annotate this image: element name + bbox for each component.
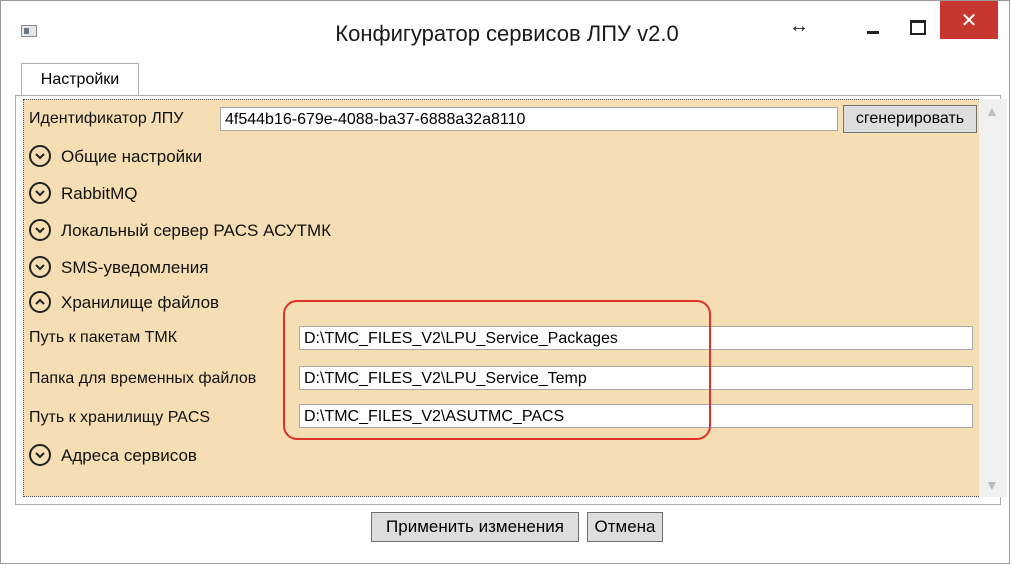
section-general-expander[interactable] bbox=[29, 145, 51, 167]
resize-icon[interactable]: ↔ bbox=[789, 15, 809, 38]
section-sms-label[interactable]: SMS-уведомления bbox=[61, 258, 208, 278]
chevron-down-icon bbox=[35, 153, 45, 160]
temp-folder-label: Папка для временных файлов bbox=[29, 370, 257, 387]
pacs-path-label: Путь к хранилищу PACS bbox=[29, 409, 211, 426]
section-rabbitmq-expander[interactable] bbox=[29, 182, 51, 204]
tab-settings[interactable]: Настройки bbox=[21, 63, 139, 95]
chevron-down-icon bbox=[35, 227, 45, 234]
scroll-down-icon[interactable]: ▼ bbox=[985, 477, 999, 493]
close-icon: ✕ bbox=[960, 10, 978, 32]
generate-button[interactable]: сгенерировать bbox=[843, 105, 977, 133]
vertical-scrollbar[interactable]: ▲ ▼ bbox=[979, 99, 1007, 497]
section-storage-label[interactable]: Хранилище файлов bbox=[61, 293, 219, 313]
chevron-down-icon bbox=[35, 452, 45, 459]
close-button[interactable]: ✕ bbox=[940, 1, 998, 39]
chevron-up-icon bbox=[35, 298, 45, 305]
cancel-button[interactable]: Отмена bbox=[587, 512, 663, 542]
apply-changes-button[interactable]: Применить изменения bbox=[371, 512, 579, 542]
minimize-button[interactable] bbox=[859, 13, 887, 41]
section-rabbitmq-label[interactable]: RabbitMQ bbox=[61, 184, 138, 204]
title-bar: Конфигуратор сервисов ЛПУ v2.0 ↔ ✕ bbox=[1, 1, 1009, 57]
section-general-label[interactable]: Общие настройки bbox=[61, 147, 202, 167]
chevron-down-icon bbox=[35, 264, 45, 271]
scroll-up-icon[interactable]: ▲ bbox=[985, 103, 999, 119]
section-pacs-expander[interactable] bbox=[29, 219, 51, 241]
highlight-annotation bbox=[283, 300, 711, 440]
section-pacs-label[interactable]: Локальный сервер PACS АСУТМК bbox=[61, 221, 331, 241]
section-sms-expander[interactable] bbox=[29, 256, 51, 278]
app-window: Конфигуратор сервисов ЛПУ v2.0 ↔ ✕ Настр… bbox=[0, 0, 1010, 564]
chevron-down-icon bbox=[35, 190, 45, 197]
identifier-label: Идентификатор ЛПУ bbox=[29, 110, 184, 127]
section-addresses-expander[interactable] bbox=[29, 444, 51, 466]
packages-path-label: Путь к пакетам ТМК bbox=[29, 329, 178, 346]
maximize-button[interactable] bbox=[903, 13, 931, 41]
section-addresses-label[interactable]: Адреса сервисов bbox=[61, 446, 197, 466]
section-storage-expander[interactable] bbox=[29, 291, 51, 313]
identifier-input[interactable]: 4f544b16-679e-4088-ba37-6888a32a8110 bbox=[220, 107, 838, 131]
